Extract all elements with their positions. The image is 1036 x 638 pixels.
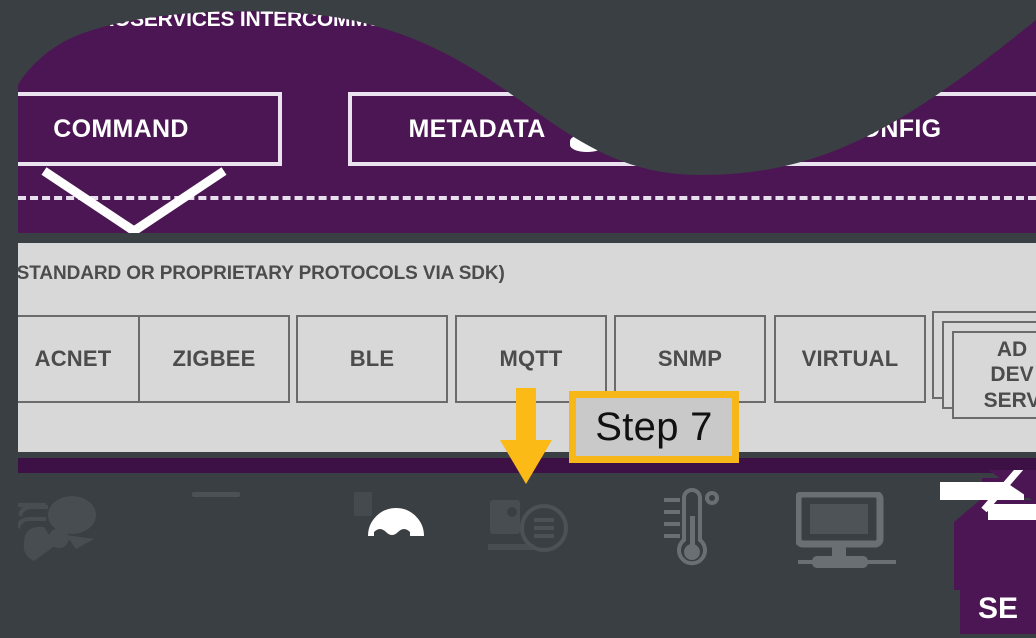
service-label-metadata: METADATA — [408, 114, 546, 143]
service-box-command[interactable]: COMMAND — [18, 92, 282, 166]
thermometer-icon — [664, 488, 719, 566]
protocol-box-zigbee[interactable]: ZIGBEE — [138, 315, 290, 403]
service-box-config[interactable]: ONFIG — [736, 92, 1036, 166]
protocol-box-snmp[interactable]: SNMP — [614, 315, 766, 403]
protocol-label-snmp: SNMP — [657, 346, 723, 371]
step-callout-label: Step 7 — [595, 405, 713, 449]
people-icon — [16, 496, 96, 561]
gauge-meter-icon — [488, 500, 568, 552]
service-label-config: ONFIG — [860, 114, 942, 143]
protocol-label-mqtt: MQTT — [499, 346, 563, 371]
protocol-label-ble: BLE — [349, 346, 395, 371]
service-box-metadata[interactable]: METADATA — [348, 92, 670, 166]
add-device-service-line2: DEV — [990, 363, 1034, 387]
protocol-box-ble[interactable]: BLE — [296, 315, 448, 403]
command-down-arrow-icon — [41, 167, 227, 233]
add-device-service-card[interactable]: AD DEV SERV — [952, 331, 1036, 419]
light-bar-icon — [192, 492, 240, 497]
database-icon — [569, 106, 604, 152]
folder-badge-icon: SE — [940, 470, 1036, 634]
microservices-band: CROSERVICES INTERCOMMU COMMAND METADATA — [18, 0, 1036, 233]
protocol-label-virtual: VIRTUAL — [801, 346, 899, 371]
protocol-box-bacnet[interactable]: ACNET — [0, 315, 148, 403]
add-device-service-line1: AD — [996, 337, 1028, 361]
service-label-command: COMMAND — [53, 114, 189, 143]
panel-top-gap — [18, 233, 1036, 243]
band-title: CROSERVICES INTERCOMMU — [84, 8, 383, 31]
device-badge-label: SE — [978, 592, 1018, 625]
fan-scanner-icon — [354, 492, 424, 538]
protocol-label-bacnet: ACNET — [34, 346, 112, 371]
protocol-label-zigbee: ZIGBEE — [172, 346, 256, 371]
panel-caption: F STANDARD OR PROPRIETARY PROTOCOLS VIA … — [0, 263, 505, 284]
protocol-box-virtual[interactable]: VIRTUAL — [774, 315, 926, 403]
down-arrow-icon — [500, 388, 552, 484]
monitor-icon — [796, 492, 896, 568]
step-callout-badge[interactable]: Step 7 — [569, 391, 739, 463]
add-device-service-line3: SERV — [983, 388, 1036, 412]
diagram-canvas: CROSERVICES INTERCOMMU COMMAND METADATA — [0, 0, 1036, 638]
